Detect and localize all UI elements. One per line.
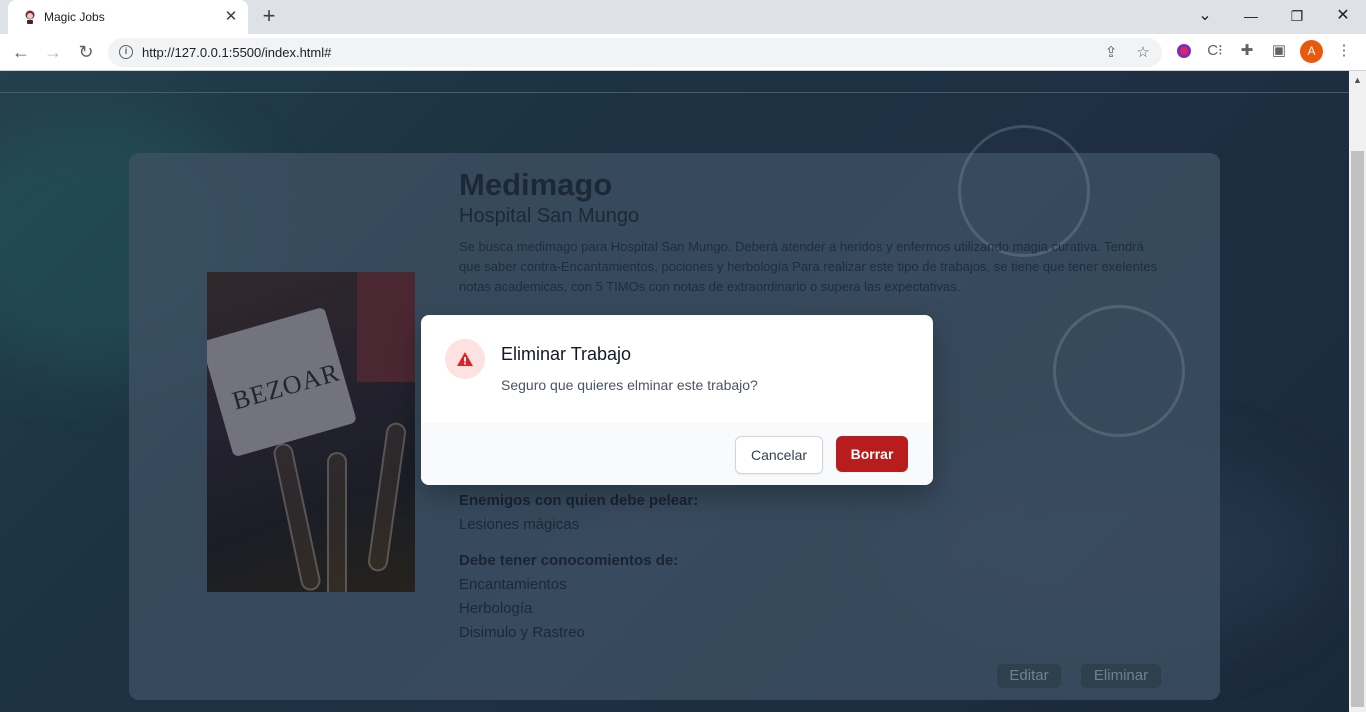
browser-toolbar: ← → ↻ i http://127.0.0.1:5500/index.html… [0,34,1366,71]
cancel-button[interactable]: Cancelar [735,436,823,474]
close-window-button[interactable]: ✕ [1320,0,1366,32]
back-arrow-icon[interactable]: ← [9,41,33,63]
confirm-delete-button[interactable]: Borrar [836,436,908,472]
dialog-footer: Cancelar Borrar [421,423,933,485]
warning-triangle-icon [457,352,473,366]
new-tab-button[interactable]: + [258,5,280,28]
dialog-title: Eliminar Trabajo [501,344,632,364]
side-panel-icon[interactable]: ▣ [1268,40,1290,62]
bookmark-star-icon[interactable]: ☆ [1133,43,1153,63]
url-text[interactable]: http://127.0.0.1:5500/index.html# [142,45,331,60]
minimize-button[interactable]: — [1228,0,1274,32]
dialog-message: Seguro que quieres elminar este trabajo? [501,377,758,393]
extensions-puzzle-icon[interactable]: ✚ [1236,40,1258,62]
favicon-icon [25,10,35,24]
tab-search-icon[interactable]: ⌄ [1182,0,1228,32]
tab-strip: Magic Jobs ✕ + ⌄ — ❐ ✕ [0,0,1366,34]
scrollbar-thumb[interactable] [1351,151,1364,707]
address-bar[interactable]: i http://127.0.0.1:5500/index.html# ⇪ ☆ [108,38,1162,67]
close-tab-icon[interactable]: ✕ [222,8,240,26]
page-scrollbar[interactable]: ▲ [1349,71,1366,712]
scroll-up-arrow-icon[interactable]: ▲ [1353,75,1362,85]
extension-c-icon[interactable]: C⁝ [1204,40,1226,62]
profile-avatar[interactable]: A [1300,40,1323,63]
tab-title: Magic Jobs [44,10,105,24]
delete-confirm-dialog: Eliminar Trabajo Seguro que quieres elmi… [421,315,933,485]
restore-button[interactable]: ❐ [1274,0,1320,32]
info-icon[interactable]: i [119,45,133,59]
extension-circle-icon[interactable] [1173,40,1195,62]
page-viewport: BEZOAR Medimago Hospital San Mungo Se bu… [0,71,1349,712]
menu-kebab-icon[interactable]: ⋮ [1333,40,1355,62]
forward-arrow-icon[interactable]: → [41,41,65,63]
warning-icon-badge [445,339,485,379]
reload-icon[interactable]: ↻ [74,41,98,63]
share-icon[interactable]: ⇪ [1101,43,1121,63]
browser-tab[interactable]: Magic Jobs ✕ [8,0,248,34]
